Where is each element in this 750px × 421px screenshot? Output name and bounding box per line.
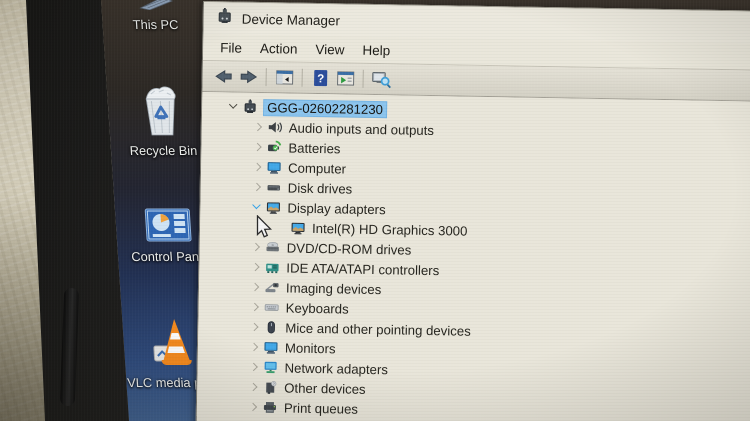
tree-item-label: GGG-02602281230 — [264, 99, 387, 117]
chevron-collapsed-icon[interactable] — [246, 400, 260, 414]
tree-item-label: Intel(R) HD Graphics 3000 — [311, 220, 468, 239]
other-icon: ? — [262, 379, 278, 395]
toolbar-separator — [362, 69, 364, 88]
tree-item-label: Print queues — [283, 399, 359, 417]
chevron-expanded-icon[interactable] — [249, 200, 263, 214]
device-tree: GGG-02602281230 Audio inputs and outputs B… — [196, 92, 750, 421]
chevron-collapsed-icon[interactable] — [248, 280, 262, 294]
computer-root-icon — [242, 99, 258, 115]
desktop-icon-this-pc[interactable]: This PC — [102, 0, 208, 32]
audio-icon — [267, 119, 283, 135]
properties-button[interactable] — [332, 67, 357, 89]
chevron-collapsed-icon[interactable] — [250, 140, 264, 154]
menu-item-file[interactable]: File — [211, 40, 251, 56]
window-title: Device Manager — [241, 11, 341, 28]
tree-item-label: Batteries — [288, 140, 341, 156]
tree-item-label: IDE ATA/ATAPI controllers — [286, 259, 440, 278]
scan-hardware-changes-button[interactable] — [368, 68, 393, 90]
forward-button[interactable] — [235, 66, 260, 88]
imaging-icon — [264, 279, 280, 295]
mouse-icon — [263, 319, 279, 335]
menu-item-view[interactable]: View — [306, 41, 353, 57]
desktop-icon-label: This PC — [132, 17, 179, 32]
display-icon — [265, 199, 281, 215]
photo-of-monitor: This PC Recycle Bin Control Panel VLC media… — [0, 0, 750, 421]
tree-item-label: Other devices — [284, 379, 366, 397]
back-button[interactable] — [210, 65, 235, 87]
toolbar-separator — [265, 68, 267, 87]
chevron-collapsed-icon[interactable] — [246, 380, 260, 394]
chevron-collapsed-icon[interactable] — [250, 160, 264, 174]
chevron-collapsed-icon[interactable] — [247, 360, 261, 374]
tree-item-label: Imaging devices — [285, 279, 382, 297]
display-icon — [290, 220, 306, 236]
chevron-collapsed-icon[interactable] — [250, 180, 264, 194]
menu-item-action[interactable]: Action — [251, 40, 307, 57]
this-pc-icon — [102, 0, 207, 15]
chevron-collapsed-icon[interactable] — [247, 340, 261, 354]
recycle-bin-icon — [107, 86, 214, 141]
help-button[interactable]: ? — [307, 67, 332, 89]
chevron-collapsed-icon[interactable] — [251, 120, 265, 134]
tree-item-label: Keyboards — [285, 299, 349, 317]
tree-item-label: Monitors — [284, 339, 336, 356]
computer-icon — [266, 159, 282, 175]
device-manager-window: Device Manager File Action View Help ? GGG-… — [195, 1, 750, 421]
network-icon — [262, 359, 278, 375]
device-manager-icon — [216, 7, 234, 30]
svg-text:?: ? — [317, 73, 324, 85]
svg-text:?: ? — [273, 382, 275, 386]
tree-item-label: Network adapters — [284, 359, 389, 377]
tree-item-label: Computer — [287, 160, 347, 177]
disk-icon — [266, 179, 282, 195]
mouse-cursor — [256, 214, 273, 244]
chevron-collapsed-icon[interactable] — [247, 320, 261, 334]
keyboard-icon — [264, 299, 280, 315]
toolbar-separator — [301, 68, 303, 87]
printer-icon — [262, 399, 278, 415]
chevron-collapsed-icon[interactable] — [248, 300, 262, 314]
tree-item-label: Audio inputs and outputs — [288, 120, 435, 138]
chevron-collapsed-icon[interactable] — [248, 260, 262, 274]
chevron-placeholder — [274, 220, 288, 234]
monitor-icon — [263, 339, 279, 355]
tree-item-label: DVD/CD-ROM drives — [286, 239, 412, 258]
show-console-tree-button[interactable] — [271, 66, 296, 88]
menu-item-help[interactable]: Help — [353, 42, 399, 58]
tree-item-label: Display adapters — [287, 200, 386, 217]
battery-icon — [266, 139, 282, 155]
tree-item-label: Disk drives — [287, 180, 353, 197]
ide-icon — [264, 259, 280, 275]
chevron-expanded-icon[interactable] — [226, 99, 240, 113]
tree-item-label: Mice and other pointing devices — [285, 319, 471, 339]
